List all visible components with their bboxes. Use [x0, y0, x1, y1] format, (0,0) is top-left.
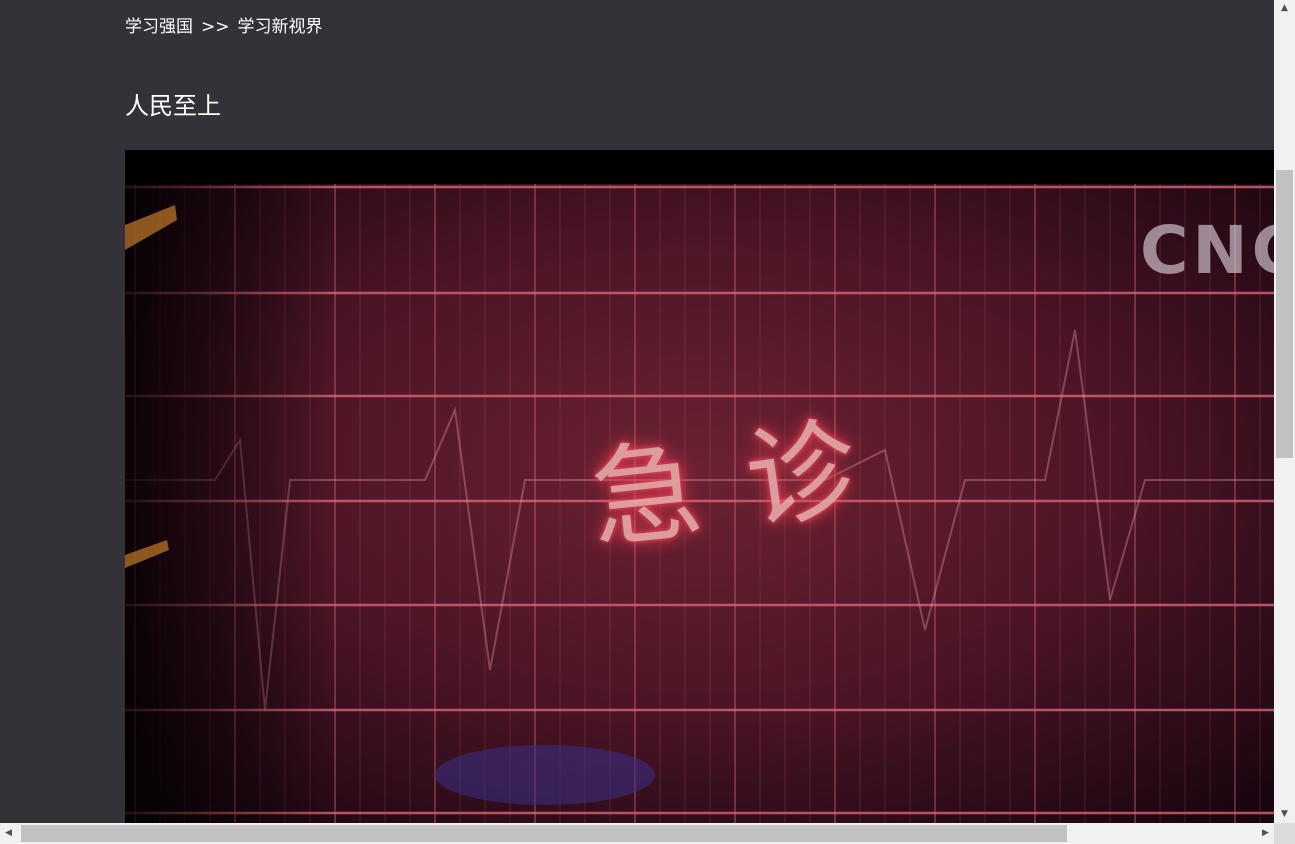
video-title-char: 诊: [738, 403, 865, 546]
letterbox-top: [125, 150, 1274, 184]
vertical-scrollbar[interactable]: ▲ ▼: [1274, 0, 1295, 823]
triangle-up-icon[interactable]: ▲: [1274, 0, 1295, 17]
triangle-down-icon[interactable]: ▼: [1274, 806, 1295, 823]
breadcrumb-section-link[interactable]: 学习新视界: [238, 12, 323, 37]
horizontal-scrollbar[interactable]: ◀ ▶: [0, 823, 1274, 844]
video-title-char: 急: [584, 425, 708, 565]
scrollbar-corner: [1274, 823, 1295, 844]
blue-glow: [435, 745, 655, 805]
triangle-right-icon[interactable]: ▶: [1257, 823, 1274, 844]
breadcrumb: 学习强国 >> 学习新视界: [125, 12, 323, 37]
page: 学习强国 >> 学习新视界 人民至上 CN 急 诊: [0, 0, 1274, 823]
channel-watermark: CNC: [1140, 212, 1274, 289]
breadcrumb-separator: >>: [201, 17, 230, 37]
vertical-scrollbar-thumb[interactable]: [1276, 170, 1293, 458]
page-title: 人民至上: [125, 92, 221, 120]
breadcrumb-home-link[interactable]: 学习强国: [125, 12, 193, 37]
triangle-left-icon[interactable]: ◀: [0, 823, 17, 844]
video-player[interactable]: CNC 急 诊: [125, 150, 1274, 823]
horizontal-scrollbar-thumb[interactable]: [21, 825, 1067, 842]
